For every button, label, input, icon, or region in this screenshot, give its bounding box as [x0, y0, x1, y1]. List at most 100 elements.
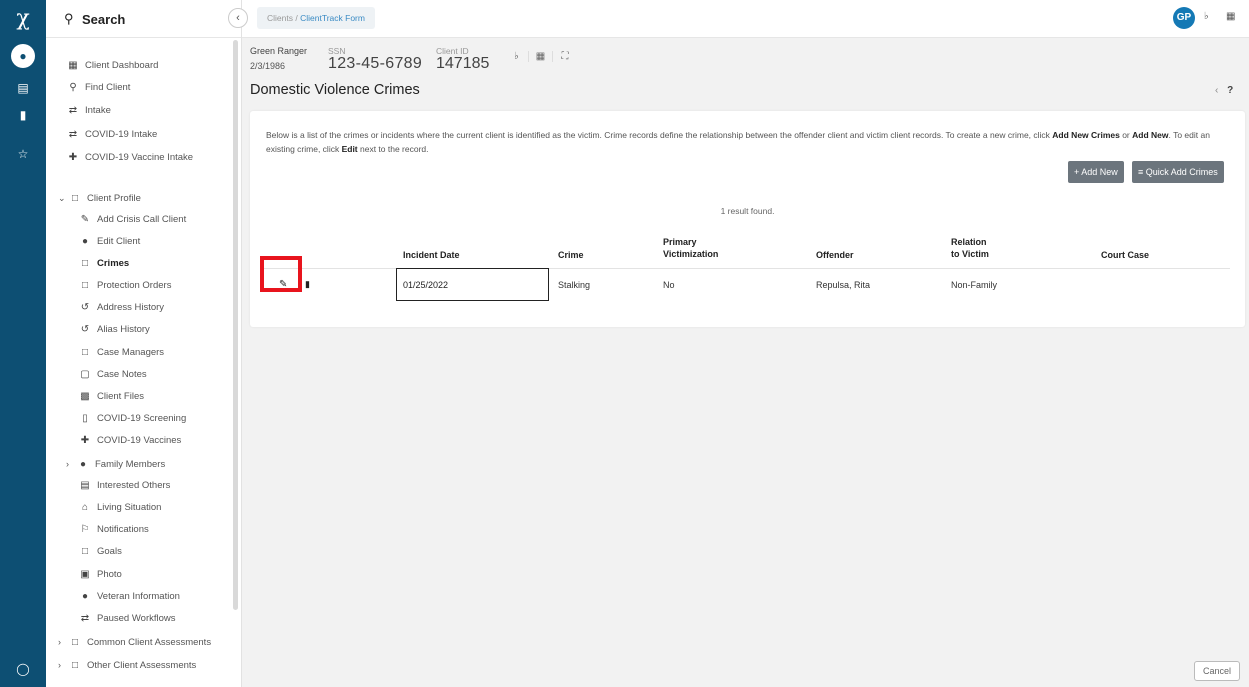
- sidebar-item-case-notes[interactable]: ▢ Case Notes: [78, 366, 146, 384]
- workflow-icon: ⇄: [68, 105, 78, 116]
- column-header-court-case[interactable]: Court Case: [1101, 249, 1149, 261]
- sidebar-item-paused-workflows[interactable]: ⇄ Paused Workflows: [78, 610, 176, 628]
- sidebar-item-family-members[interactable]: › ● Family Members: [66, 455, 165, 473]
- sidebar-item-veteran-information[interactable]: ● Veteran Information: [78, 588, 180, 606]
- bell-icon[interactable]: ♭: [1204, 11, 1209, 22]
- calendar-icon[interactable]: ▦: [1226, 11, 1235, 22]
- folder-icon: □: [81, 347, 89, 358]
- sidebar-item-client-files[interactable]: ▩ Client Files: [78, 388, 144, 406]
- header-line: Victimization: [663, 249, 719, 259]
- ssn-value: 123-45-6789: [328, 55, 423, 72]
- sidebar-item-edit-client[interactable]: ● Edit Client: [78, 233, 140, 251]
- collapse-panel-icon[interactable]: ‹: [1215, 85, 1218, 96]
- sidebar-item-protection-orders[interactable]: □ Protection Orders: [78, 277, 171, 295]
- sidebar-scrollbar[interactable]: [233, 40, 238, 610]
- column-header-primary-victimization[interactable]: Primary Victimization: [663, 236, 718, 260]
- star-icon[interactable]: ☆: [11, 142, 35, 166]
- client-header-actions: ♭ ▦ ⛶: [505, 51, 577, 62]
- syringe-icon: ✚: [80, 435, 90, 446]
- sidebar-item-covid-vaccine-intake[interactable]: ✚ COVID-19 Vaccine Intake: [66, 149, 193, 167]
- breadcrumb-root[interactable]: Clients: [267, 13, 293, 23]
- sidebar-item-label: Paused Workflows: [97, 613, 176, 624]
- add-new-label: Add New: [1081, 167, 1118, 177]
- sidebar-item-interested-others[interactable]: ▤ Interested Others: [78, 477, 170, 495]
- user-avatar[interactable]: GP: [1173, 7, 1195, 29]
- help-icon[interactable]: ?: [1227, 85, 1233, 96]
- bell-icon[interactable]: ♭: [505, 51, 529, 62]
- title-tools: ‹ ?: [1215, 85, 1233, 96]
- sidebar-item-label: Notifications: [97, 524, 149, 535]
- quick-add-label: Quick Add Crimes: [1145, 167, 1218, 177]
- cancel-button[interactable]: Cancel: [1194, 661, 1240, 681]
- calendar-icon[interactable]: ▦: [529, 51, 553, 62]
- sidebar-item-label: COVID-19 Vaccine Intake: [85, 152, 194, 163]
- sidebar-item-add-crisis-call-client[interactable]: ✎ Add Crisis Call Client: [78, 211, 186, 229]
- sidebar-item-client-dashboard[interactable]: ▦ Client Dashboard: [66, 57, 158, 75]
- sidebar-section-client-profile[interactable]: ⌄ □ Client Profile: [58, 189, 141, 207]
- user-edit-icon: ✎: [80, 214, 90, 225]
- intro-text-part: Below is a list of the crimes or inciden…: [266, 130, 1053, 140]
- user-icon: ●: [79, 459, 87, 470]
- sidebar-item-living-situation[interactable]: ⌂ Living Situation: [78, 499, 161, 517]
- sidebar-item-label: Interested Others: [97, 480, 171, 491]
- sidebar-section-label: Other Client Assessments: [87, 660, 197, 671]
- sidebar-item-photo[interactable]: ▣ Photo: [78, 566, 122, 584]
- incident-date-cell[interactable]: 01/25/2022: [396, 268, 549, 301]
- sidebar-item-case-managers[interactable]: □ Case Managers: [78, 344, 164, 362]
- quick-add-crimes-button[interactable]: ≡ Quick Add Crimes: [1132, 161, 1224, 183]
- chevron-down-icon: ⌄: [58, 193, 66, 203]
- sidebar-section-label: Client Profile: [87, 193, 141, 204]
- search-icon: ⚲: [69, 82, 77, 93]
- trash-icon[interactable]: ▮: [305, 279, 310, 290]
- sidebar-item-crimes[interactable]: □ Crimes: [78, 255, 129, 273]
- user-icon: ●: [81, 236, 89, 247]
- help-icon[interactable]: ◯: [11, 657, 35, 681]
- sidebar-item-label: Goals: [97, 546, 122, 557]
- crimes-card: Below is a list of the crimes or inciden…: [250, 111, 1245, 327]
- sidebar-section-other-client-assessments[interactable]: › □ Other Client Assessments: [58, 656, 196, 674]
- expand-icon[interactable]: ⛶: [553, 51, 577, 62]
- sidebar-item-goals[interactable]: □ Goals: [78, 543, 122, 561]
- sidebar-item-label: Veteran Information: [97, 591, 180, 602]
- column-header-crime[interactable]: Crime: [558, 249, 584, 261]
- column-header-incident-date[interactable]: Incident Date: [403, 249, 460, 261]
- sidebar-search-label: Search: [82, 12, 126, 27]
- add-new-button[interactable]: + Add New: [1068, 161, 1124, 183]
- sidebar-item-covid-screening[interactable]: ▯ COVID-19 Screening: [78, 410, 186, 428]
- sidebar-item-covid-vaccines[interactable]: ✚ COVID-19 Vaccines: [78, 432, 182, 450]
- sidebar-item-covid-intake[interactable]: ⇄ COVID-19 Intake: [66, 126, 158, 144]
- syringe-icon: ✚: [68, 152, 78, 163]
- clients-users-icon[interactable]: ●: [11, 44, 35, 68]
- header-line: Primary: [663, 237, 697, 247]
- sidebar-search[interactable]: ⚲ Search: [46, 0, 241, 38]
- column-header-relation-to-victim[interactable]: Relation to Victim: [951, 236, 989, 260]
- sidebar-item-label: COVID-19 Intake: [85, 129, 158, 140]
- edit-icon[interactable]: ✎: [279, 279, 287, 290]
- column-header-offender[interactable]: Offender: [816, 249, 854, 261]
- folder-icon: □: [81, 546, 89, 557]
- sidebar-item-notifications[interactable]: ⚐ Notifications: [78, 521, 149, 539]
- sidebar-item-intake[interactable]: ⇄ Intake: [66, 102, 111, 120]
- sidebar-item-label: Client Files: [97, 391, 144, 402]
- document-icon[interactable]: ▮: [11, 103, 35, 127]
- id-card-icon[interactable]: ▤: [11, 76, 35, 100]
- sidebar-item-address-history[interactable]: ↺ Address History: [78, 299, 164, 317]
- collapse-sidebar-button[interactable]: ‹: [228, 8, 248, 28]
- map-icon: ▦: [68, 60, 78, 71]
- breadcrumb-separator: /: [295, 13, 298, 23]
- sidebar-item-label: Add Crisis Call Client: [97, 214, 187, 225]
- primary-victimization-cell: No: [663, 280, 675, 290]
- sidebar-section-common-client-assessments[interactable]: › □ Common Client Assessments: [58, 633, 211, 651]
- folder-icon: □: [81, 258, 89, 269]
- sidebar-item-label: Client Dashboard: [85, 60, 159, 71]
- sidebar-item-label: COVID-19 Vaccines: [97, 435, 182, 446]
- icon-rail: χ ● ▤ ▮ ☆ ◯: [0, 0, 46, 687]
- sidebar-item-alias-history[interactable]: ↺ Alias History: [78, 321, 150, 339]
- app-logo[interactable]: χ: [13, 6, 33, 32]
- intro-text-part: or: [1119, 130, 1133, 140]
- users-icon: ●: [81, 591, 89, 602]
- sidebar-item-find-client[interactable]: ⚲ Find Client: [66, 79, 130, 97]
- list-icon: ≡: [1138, 167, 1144, 177]
- incident-date-value: 01/25/2022: [403, 280, 449, 290]
- top-bar: ‹ Clients / ClientTrack Form GP ♭ ▦: [228, 0, 1249, 38]
